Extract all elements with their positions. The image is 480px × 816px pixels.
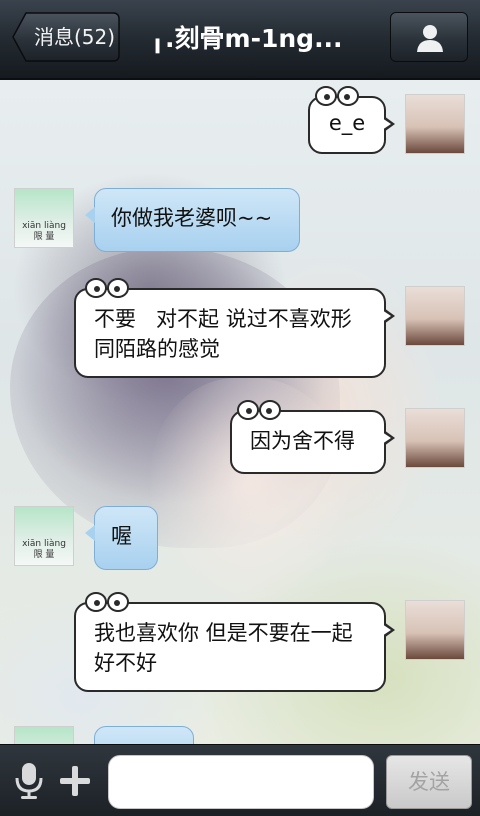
message-bubble[interactable]: e_e — [308, 86, 395, 154]
message-row — [0, 722, 480, 744]
message-bubble[interactable]: 因为舍不得 — [230, 400, 395, 474]
contact-avatar-caption: 限 量 — [33, 550, 55, 560]
message-bubble[interactable]: 我也喜欢你 但是不要在一起好不好 — [74, 592, 395, 692]
send-button[interactable]: 发送 — [386, 755, 472, 809]
cartoon-eyes-icon — [85, 278, 129, 298]
message-text: 不要 对不起 说过不喜欢形同陌路的感觉 — [94, 307, 352, 361]
back-button[interactable]: 消息(52) — [12, 12, 120, 62]
message-bubble[interactable] — [94, 726, 194, 744]
message-text: 喔 — [111, 524, 132, 548]
contact-avatar[interactable]: xiān liàng 限 量 — [14, 188, 74, 248]
conversation-title: ╻.刻骨m-1ng... — [150, 24, 343, 53]
message-row: xiān liàng 限 量 你做我老婆呗~~ — [0, 186, 480, 256]
message-row: 我也喜欢你 但是不要在一起好不好 — [0, 592, 480, 694]
bubble-tail — [85, 207, 95, 223]
cartoon-eyes-icon — [237, 400, 281, 420]
top-bar: 消息(52) ╻.刻骨m-1ng... — [0, 0, 480, 80]
message-text: 因为舍不得 — [250, 429, 355, 453]
contact-avatar[interactable] — [14, 726, 74, 744]
contact-avatar[interactable]: xiān liàng 限 量 — [14, 506, 74, 566]
message-bubble[interactable]: 喔 — [85, 506, 158, 570]
message-text: e_e — [328, 111, 366, 135]
composer-bar: 发送 — [0, 744, 480, 816]
message-bubble[interactable]: 你做我老婆呗~~ — [85, 188, 300, 252]
my-avatar[interactable] — [405, 286, 465, 346]
contact-avatar-caption: xiān liàng — [22, 539, 66, 549]
message-text: 我也喜欢你 但是不要在一起好不好 — [94, 621, 353, 675]
message-row: 不要 对不起 说过不喜欢形同陌路的感觉 — [0, 278, 480, 380]
more-options-button[interactable] — [56, 761, 94, 801]
message-input[interactable] — [108, 755, 374, 809]
my-avatar[interactable] — [405, 408, 465, 468]
chat-screen: 消息(52) ╻.刻骨m-1ng... e_e xiān liàng 限 量 你… — [0, 0, 480, 816]
person-icon — [417, 25, 443, 52]
cartoon-eyes-icon — [85, 592, 129, 612]
bubble-tail — [382, 308, 395, 324]
message-row: 因为舍不得 — [0, 400, 480, 476]
message-bubble[interactable]: 不要 对不起 说过不喜欢形同陌路的感觉 — [74, 278, 395, 378]
profile-button[interactable] — [390, 12, 468, 62]
bubble-tail — [382, 116, 395, 132]
cartoon-eyes-icon — [315, 86, 359, 106]
microphone-icon — [15, 763, 43, 799]
contact-avatar-caption: xiān liàng — [22, 221, 66, 231]
message-row: e_e — [0, 86, 480, 162]
bubble-tail — [382, 622, 395, 638]
back-button-label: 消息(52) — [34, 25, 116, 49]
bubble-tail — [382, 430, 395, 446]
contact-avatar-caption: 限 量 — [33, 232, 55, 242]
voice-button[interactable] — [12, 761, 46, 801]
message-row: xiān liàng 限 量 喔 — [0, 504, 480, 574]
message-text: 你做我老婆呗~~ — [111, 206, 273, 230]
my-avatar[interactable] — [405, 94, 465, 154]
plus-icon — [60, 766, 90, 796]
my-avatar[interactable] — [405, 600, 465, 660]
bubble-tail — [85, 525, 95, 541]
